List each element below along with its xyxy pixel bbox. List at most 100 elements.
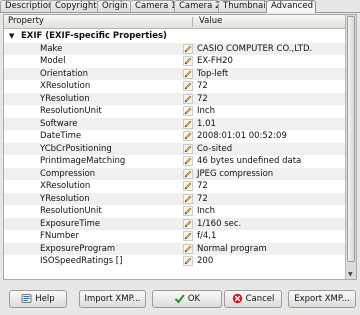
property-name: Model: [40, 56, 66, 66]
tab-thumbnail[interactable]: Thumbnail: [218, 0, 268, 12]
export-xmp-button-label: Export XMP...: [294, 294, 350, 304]
property-name: Orientation: [40, 68, 88, 79]
help-icon: [21, 294, 32, 303]
table-row[interactable]: Software 1.01: [4, 117, 346, 130]
pencil-icon[interactable]: [183, 156, 193, 166]
property-value: EX-FH20: [197, 56, 233, 66]
pencil-icon[interactable]: [183, 81, 193, 91]
property-value: Top-left: [197, 68, 229, 79]
property-value: Co-sited: [197, 143, 233, 154]
cancel-button[interactable]: Cancel: [224, 290, 282, 308]
table-body: ▼ EXIF (EXIF-specific Properties) Make CA…: [4, 30, 346, 268]
table-row[interactable]: YCbCrPositioning Co-sited: [4, 142, 346, 155]
pencil-icon[interactable]: [183, 56, 193, 66]
table-row[interactable]: ExposureProgram Normal program: [4, 242, 346, 255]
tab-copyright[interactable]: Copyright: [50, 0, 98, 12]
pencil-icon[interactable]: [183, 43, 193, 54]
table-row[interactable]: DateTime 2008:01:01 00:52:09: [4, 130, 346, 143]
import-xmp-button[interactable]: Import XMP...: [79, 290, 146, 308]
ok-button[interactable]: OK: [152, 290, 222, 308]
tab-camera-1[interactable]: Camera 1: [130, 0, 176, 12]
help-button-label: Help: [35, 294, 55, 304]
table-header: Property Value: [4, 15, 346, 29]
property-name: ISOSpeedRatings []: [40, 256, 123, 266]
pencil-icon[interactable]: [183, 131, 193, 141]
ok-button-label: OK: [187, 294, 201, 304]
property-name: ExposureTime: [40, 218, 101, 229]
scroll-down-arrow-icon[interactable]: ▼: [348, 271, 353, 278]
expand-triangle-icon[interactable]: ▼: [9, 30, 14, 43]
pencil-icon[interactable]: [183, 231, 193, 241]
table-row[interactable]: Model EX-FH20: [4, 55, 346, 68]
property-value: 46 bytes undefined data: [197, 156, 302, 166]
pencil-icon[interactable]: [183, 106, 193, 116]
pencil-icon[interactable]: [183, 143, 193, 154]
tab-origin[interactable]: Origin: [97, 0, 131, 12]
property-value: 72: [197, 93, 208, 104]
property-name: YCbCrPositioning: [40, 143, 112, 154]
property-value: 72: [197, 181, 208, 191]
table-row[interactable]: PrintImageMatching 46 bytes undefined dat…: [4, 155, 346, 168]
pencil-icon[interactable]: [183, 256, 193, 266]
property-name: PrintImageMatching: [40, 156, 126, 166]
property-name: XResolution: [40, 81, 91, 91]
property-value: 1.01: [197, 118, 216, 129]
table-row[interactable]: Make CASIO COMPUTER CO.,LTD.: [4, 42, 346, 55]
property-name: Compression: [40, 168, 96, 179]
table-row[interactable]: ResolutionUnit Inch: [4, 105, 346, 118]
cancel-button-label: Cancel: [245, 294, 275, 304]
exif-properties-table[interactable]: Property Value ▼ EXIF (EXIF-specific Pro…: [3, 14, 357, 280]
pencil-icon[interactable]: [183, 206, 193, 216]
property-name: FNumber: [40, 231, 80, 241]
pencil-icon[interactable]: [183, 218, 193, 229]
property-value: Inch: [197, 106, 215, 116]
property-value: Normal program: [197, 243, 267, 254]
property-name: ResolutionUnit: [40, 206, 102, 216]
tab-advanced[interactable]: Advanced: [266, 0, 316, 13]
vertical-scrollbar[interactable]: ▼: [345, 15, 356, 279]
group-label: EXIF (EXIF-specific Properties): [21, 31, 167, 41]
scrollbar-thumb[interactable]: [347, 16, 355, 262]
property-name: DateTime: [40, 131, 82, 141]
property-name: YResolution: [40, 93, 90, 104]
tab-description[interactable]: Description: [0, 0, 53, 12]
pencil-icon[interactable]: [183, 181, 193, 191]
cancel-icon: [232, 293, 242, 304]
property-value: 72: [197, 81, 208, 91]
property-name: YResolution: [40, 193, 90, 204]
property-value: 1/160 sec.: [197, 218, 242, 229]
tab-camera-2[interactable]: Camera 2: [174, 0, 220, 12]
property-value: 200: [197, 256, 214, 266]
property-name: ExposureProgram: [40, 243, 116, 254]
pencil-icon[interactable]: [183, 68, 193, 79]
property-name: Make: [40, 43, 63, 54]
pencil-icon[interactable]: [183, 118, 193, 129]
export-xmp-button[interactable]: Export XMP...: [288, 290, 356, 308]
dialog-button-bar: Help Import XMP... OK Cancel Export XMP.…: [0, 281, 360, 315]
table-row[interactable]: Compression JPEG compression: [4, 167, 346, 180]
table-row[interactable]: YResolution 72: [4, 92, 346, 105]
table-row[interactable]: ISOSpeedRatings [] 200: [4, 255, 346, 268]
pencil-icon[interactable]: [183, 193, 193, 204]
property-name: XResolution: [40, 181, 91, 191]
column-separator[interactable]: [192, 17, 193, 27]
tab-bar: Description Copyright Origin Camera 1 Ca…: [0, 0, 360, 13]
table-row[interactable]: ExposureTime 1/160 sec.: [4, 217, 346, 230]
table-row[interactable]: YResolution 72: [4, 192, 346, 205]
pencil-icon[interactable]: [183, 243, 193, 254]
help-button[interactable]: Help: [9, 290, 67, 308]
table-row[interactable]: XResolution 72: [4, 80, 346, 93]
table-row[interactable]: XResolution 72: [4, 180, 346, 193]
table-row[interactable]: ResolutionUnit Inch: [4, 205, 346, 218]
property-value: Inch: [197, 206, 215, 216]
column-header-property[interactable]: Property: [8, 15, 44, 28]
pencil-icon[interactable]: [183, 93, 193, 104]
property-name: Software: [40, 118, 78, 129]
group-row-exif[interactable]: ▼ EXIF (EXIF-specific Properties): [4, 30, 346, 43]
pencil-icon[interactable]: [183, 168, 193, 179]
table-row[interactable]: FNumber f/4,1: [4, 230, 346, 243]
column-header-value[interactable]: Value: [199, 15, 222, 28]
property-value: 72: [197, 193, 208, 204]
import-xmp-button-label: Import XMP...: [84, 294, 141, 304]
table-row[interactable]: Orientation Top-left: [4, 67, 346, 80]
